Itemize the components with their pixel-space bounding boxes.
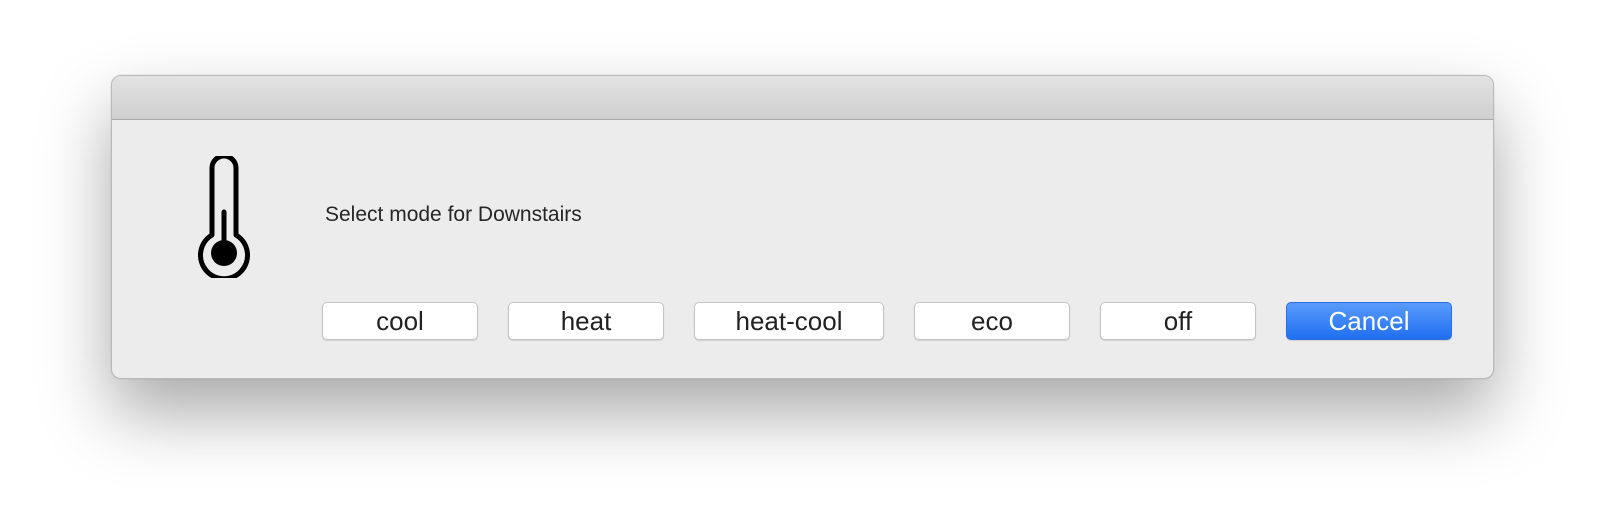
cancel-button[interactable]: Cancel xyxy=(1286,302,1452,340)
eco-button[interactable]: eco xyxy=(914,302,1070,340)
thermometer-icon xyxy=(198,156,250,278)
mode-select-dialog: Select mode for Downstairs cool heat hea… xyxy=(111,75,1494,379)
heat-cool-button[interactable]: heat-cool xyxy=(694,302,884,340)
off-button[interactable]: off xyxy=(1100,302,1256,340)
cool-button[interactable]: cool xyxy=(322,302,478,340)
dialog-message: Select mode for Downstairs xyxy=(325,203,582,226)
heat-button[interactable]: heat xyxy=(508,302,664,340)
dialog-titlebar[interactable] xyxy=(112,76,1493,120)
